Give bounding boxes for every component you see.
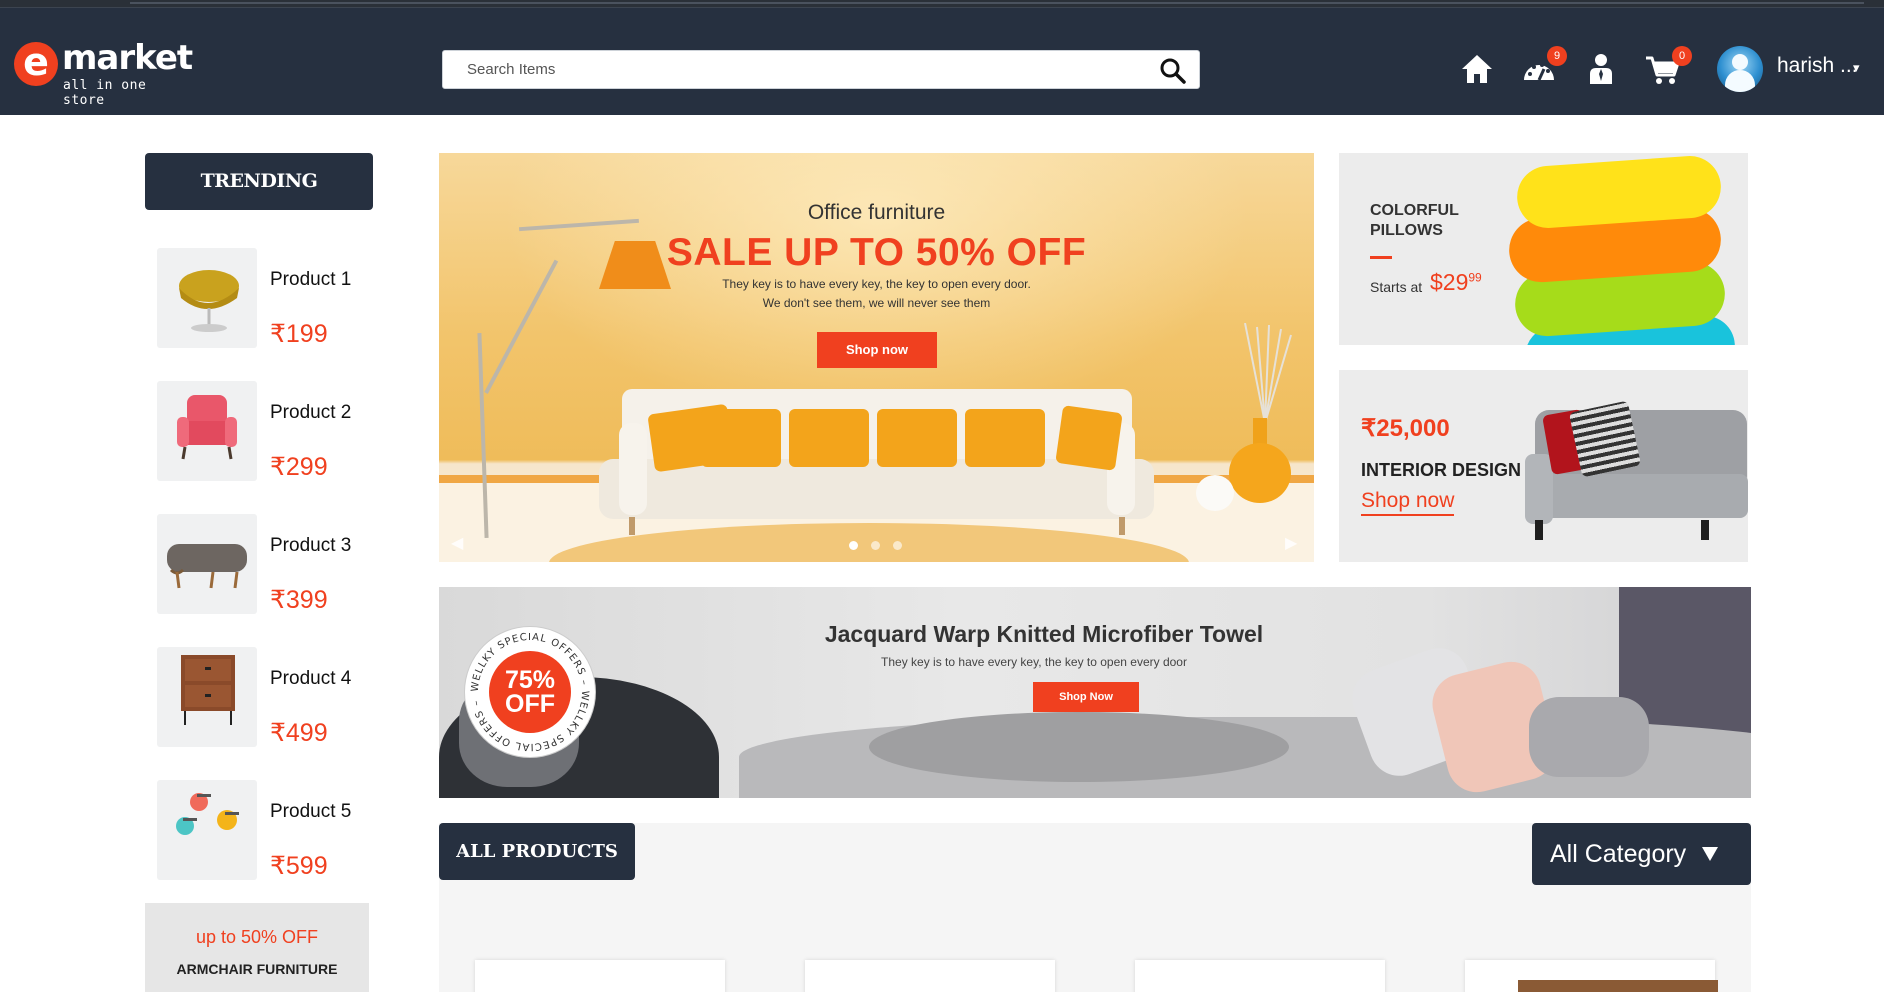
chevron-down-icon[interactable]: ▾ [1853,60,1860,76]
category-selected: All Category [1550,840,1687,868]
armchair-promo[interactable]: up to 50% OFF ARMCHAIR FURNITURE [145,903,369,992]
product-price: ₹599 [270,852,328,880]
cart-icon[interactable]: 0 [1644,46,1692,86]
product-card[interactable] [1135,960,1385,992]
carousel-next-icon[interactable]: ▶ [1285,533,1297,553]
user-profile-icon[interactable] [1583,52,1619,86]
search-bar [442,50,1200,89]
product-image [157,381,257,481]
vase-image [1229,443,1291,503]
trending-product-3[interactable]: Product 3 ₹399 [157,514,377,616]
hero-carousel[interactable]: Office furniture SALE UP TO 50% OFF They… [439,153,1314,562]
hero-shop-now-button[interactable]: Shop now [817,332,937,368]
product-name: Product 5 [270,801,352,822]
search-icon[interactable] [1159,57,1187,85]
logo-name: market [62,38,193,78]
dashboard-icon[interactable]: 9 [1521,46,1567,86]
product-price: ₹199 [270,320,328,348]
armchair-promo-title: ARMCHAIR FURNITURE [176,961,338,977]
product-image [157,647,257,747]
logo-tagline: all in one store [63,78,147,108]
user-avatar[interactable] [1717,46,1763,92]
pillows-price: $2999 [1430,269,1482,296]
towel-shop-now-button[interactable]: Shop Now [1033,682,1139,712]
interior-amount: ₹25,000 [1361,415,1450,442]
product-image [157,514,257,614]
product-name: Product 4 [270,668,352,689]
armchair-promo-discount: up to 50% OFF [195,927,319,947]
username-menu[interactable]: harish ... [1777,54,1858,78]
trending-product-5[interactable]: Product 5 ₹599 [157,780,377,882]
product-name: Product 1 [270,269,352,290]
interior-title: INTERIOR DESIGN [1361,460,1522,480]
product-name: Product 2 [270,402,352,423]
trending-products-title: TRENDING PRODUCTS [145,153,373,249]
home-icon[interactable] [1459,52,1495,86]
product-name: Product 3 [270,535,352,556]
site-logo[interactable]: e market all in one store [14,38,194,108]
towel-subtitle: They key is to have every key, the key t… [881,655,1187,669]
hero-title: SALE UP TO 50% OFF [666,231,1087,274]
colorful-pillows-promo[interactable]: COLORFUL PILLOWS Starts at $2999 [1339,153,1748,345]
notification-badge: 9 [1547,46,1567,66]
hero-description-line2: We don't see them, we will never see the… [762,296,991,310]
hero-description-line1: They key is to have every key, the key t… [722,277,1031,291]
interior-shop-now-link[interactable]: Shop now [1361,488,1455,516]
pillows-price-main: $29 [1430,269,1469,295]
cart-count-badge: 0 [1672,46,1692,66]
logo-mark: e [14,42,58,86]
all-products-title: ALL PRODUCTS [439,823,635,880]
product-price: ₹299 [270,453,328,481]
pillows-title-line2: PILLOWS [1370,222,1443,239]
chevron-down-icon [1700,823,1720,910]
carousel-dot-2[interactable] [871,541,880,550]
product-card-image [1518,980,1718,992]
vase-sticks-image [1244,323,1292,423]
site-header: e market all in one store 9 0 harish ...… [0,8,1884,115]
carousel-prev-icon[interactable]: ◀ [451,533,463,553]
trending-product-4[interactable]: Product 4 ₹499 [157,647,377,749]
product-card[interactable] [805,960,1055,992]
carousel-dots [849,539,909,551]
category-dropdown[interactable]: All Category [1532,823,1751,885]
product-card[interactable] [475,960,725,992]
pillows-starts-label: Starts at [1370,279,1423,295]
browser-top-strip [0,0,1884,8]
promo-divider [1370,256,1392,259]
towel-title: Jacquard Warp Knitted Microfiber Towel [824,621,1264,647]
product-image [157,780,257,880]
product-image [157,248,257,348]
carousel-dot-3[interactable] [893,541,902,550]
interior-design-promo[interactable]: ₹25,000 INTERIOR DESIGN Shop now [1339,370,1748,562]
pillows-price-cents: 99 [1468,270,1482,285]
product-price: ₹399 [270,586,328,614]
trending-product-1[interactable]: Product 1 ₹199 [157,248,377,350]
search-input[interactable] [443,51,1143,88]
hero-subtitle: Office furniture [807,201,946,224]
trending-product-2[interactable]: Product 2 ₹299 [157,381,377,483]
product-price: ₹499 [270,719,328,747]
seal-off: OFF [505,690,555,718]
carousel-dot-1[interactable] [849,541,858,550]
pillows-title-line1: COLORFUL [1370,202,1459,219]
towel-banner[interactable]: WELLKY SPECIAL OFFERS – WELLKY SPECIAL O… [439,587,1751,798]
